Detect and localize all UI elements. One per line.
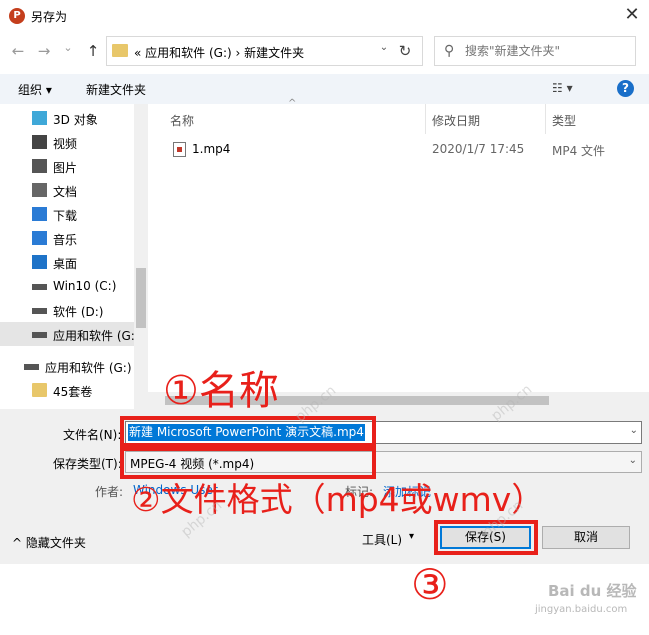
navigation-scrollbar[interactable]: [134, 104, 148, 409]
cancel-button[interactable]: 取消: [542, 526, 630, 549]
view-options-icon[interactable]: ☷ ▾: [552, 81, 573, 95]
drive-icon: [32, 332, 47, 338]
forward-arrow-icon[interactable]: →: [34, 39, 54, 63]
sort-ascending-icon: ^: [288, 98, 297, 109]
annotation-box-filetype: [120, 447, 376, 479]
window-title: 另存为: [31, 10, 68, 24]
powerpoint-app-icon: P: [9, 8, 25, 24]
command-toolbar: 组织 ▾ 新建文件夹 ☷ ▾ ?: [0, 74, 649, 104]
help-icon[interactable]: ?: [617, 80, 634, 97]
music-icon: [32, 231, 47, 245]
document-icon: [32, 183, 47, 197]
filetype-label: 保存类型(T):: [53, 457, 122, 471]
sidebar-item-label: 应用和软件 (G:: [53, 329, 135, 343]
film-icon: [32, 135, 47, 149]
title-bar: P 另存为 ✕: [0, 0, 649, 32]
drive-icon: [32, 308, 47, 314]
recent-locations-chevron-icon[interactable]: ⌄: [58, 36, 78, 60]
sidebar-item-label: 音乐: [53, 233, 78, 247]
sidebar-item-label: 软件 (D:): [53, 305, 104, 319]
sidebar-item[interactable]: 应用和软件 (G:: [0, 322, 135, 346]
column-header-type[interactable]: 类型: [552, 112, 576, 129]
column-header-modified[interactable]: 修改日期: [432, 112, 480, 129]
sidebar-item-label: 应用和软件 (G:): [45, 361, 132, 375]
column-divider[interactable]: [545, 104, 546, 134]
sidebar-item[interactable]: 下载: [0, 202, 134, 226]
refresh-icon[interactable]: ↻: [392, 40, 418, 62]
sidebar-item[interactable]: Win10 (C:): [0, 274, 134, 298]
sidebar-item-label: 桌面: [53, 257, 78, 271]
tools-menu-button[interactable]: 工具(L): [362, 531, 402, 548]
filename-label: 文件名(N):: [63, 428, 122, 442]
sidebar-item-label: 文档: [53, 185, 78, 199]
sidebar-item[interactable]: 3D 对象: [0, 106, 134, 130]
annotation-save: ③: [411, 560, 449, 609]
sidebar-item[interactable]: 软件 (D:): [0, 298, 134, 322]
folder-icon: [32, 383, 47, 397]
sidebar-item[interactable]: 视频: [0, 130, 134, 154]
filetype-dropdown-icon[interactable]: ⌄: [629, 455, 637, 466]
sidebar-item-label: 视频: [53, 137, 78, 151]
file-type: MP4 文件: [552, 144, 606, 158]
search-box[interactable]: ⚲: [434, 36, 636, 66]
sidebar-item[interactable]: 应用和软件 (G:): [0, 354, 134, 378]
column-divider[interactable]: [425, 104, 426, 134]
annotation-format: ②文件格式（mp4或wmv）: [131, 480, 545, 519]
sidebar-item[interactable]: 图片: [0, 154, 134, 178]
sidebar-item-label: 3D 对象: [53, 113, 98, 127]
sidebar-item[interactable]: 文档: [0, 178, 134, 202]
watermark-baidu-url: jingyan.baidu.com: [535, 604, 628, 615]
file-modified: 2020/1/7 17:45: [432, 142, 525, 156]
windows-drive-icon: [32, 284, 47, 290]
search-icon: ⚲: [444, 43, 455, 59]
sidebar-item-label: 下载: [53, 209, 78, 223]
hide-folders-toggle[interactable]: ^ 隐藏文件夹: [12, 534, 86, 551]
download-icon: [32, 207, 47, 221]
sidebar-item-label: 图片: [53, 161, 78, 175]
sidebar-item[interactable]: 桌面: [0, 250, 134, 274]
address-bar[interactable]: « 应用和软件 (G:) › 新建文件夹 ⌄: [106, 36, 423, 66]
file-name[interactable]: 1.mp4: [192, 142, 230, 156]
address-path: « 应用和软件 (G:) › 新建文件夹: [134, 46, 305, 60]
file-list: 名称 修改日期 类型 1.mp4 2020/1/7 17:45 MP4 文件: [148, 104, 649, 409]
drive-icon: [24, 364, 39, 370]
new-folder-button[interactable]: 新建文件夹: [86, 81, 146, 98]
column-header-name[interactable]: 名称: [170, 112, 194, 129]
tools-caret-icon[interactable]: ▾: [409, 531, 414, 542]
sidebar-item-label: 45套卷: [53, 385, 93, 399]
up-arrow-icon[interactable]: ↑: [83, 39, 103, 63]
folder-icon: [112, 44, 128, 57]
organize-menu-button[interactable]: 组织 ▾: [18, 81, 52, 98]
filename-dropdown-icon[interactable]: ⌄: [630, 425, 638, 436]
video-file-icon: [173, 142, 186, 157]
back-arrow-icon[interactable]: ←: [8, 39, 28, 63]
sidebar-item[interactable]: 45套卷: [0, 378, 134, 402]
picture-icon: [32, 159, 47, 173]
navigation-pane: 3D 对象视频图片文档下载音乐桌面 Win10 (C:) 软件 (D:) 应用和软件 …: [0, 104, 148, 409]
annotation-box-filename: [120, 416, 376, 447]
author-label: 作者:: [95, 485, 124, 499]
annotation-name: ①名称: [163, 368, 279, 414]
cube-icon: [32, 111, 47, 125]
navigation-scrollbar-thumb[interactable]: [136, 268, 146, 328]
sidebar-item[interactable]: 音乐: [0, 226, 134, 250]
search-input[interactable]: [465, 40, 630, 62]
address-dropdown-icon[interactable]: ⌄: [376, 42, 392, 53]
watermark-baidu-logo: Bai du 经验: [548, 582, 637, 600]
desktop-icon: [32, 255, 47, 269]
close-button[interactable]: ✕: [620, 4, 644, 28]
sidebar-item-label: Win10 (C:): [53, 279, 117, 293]
